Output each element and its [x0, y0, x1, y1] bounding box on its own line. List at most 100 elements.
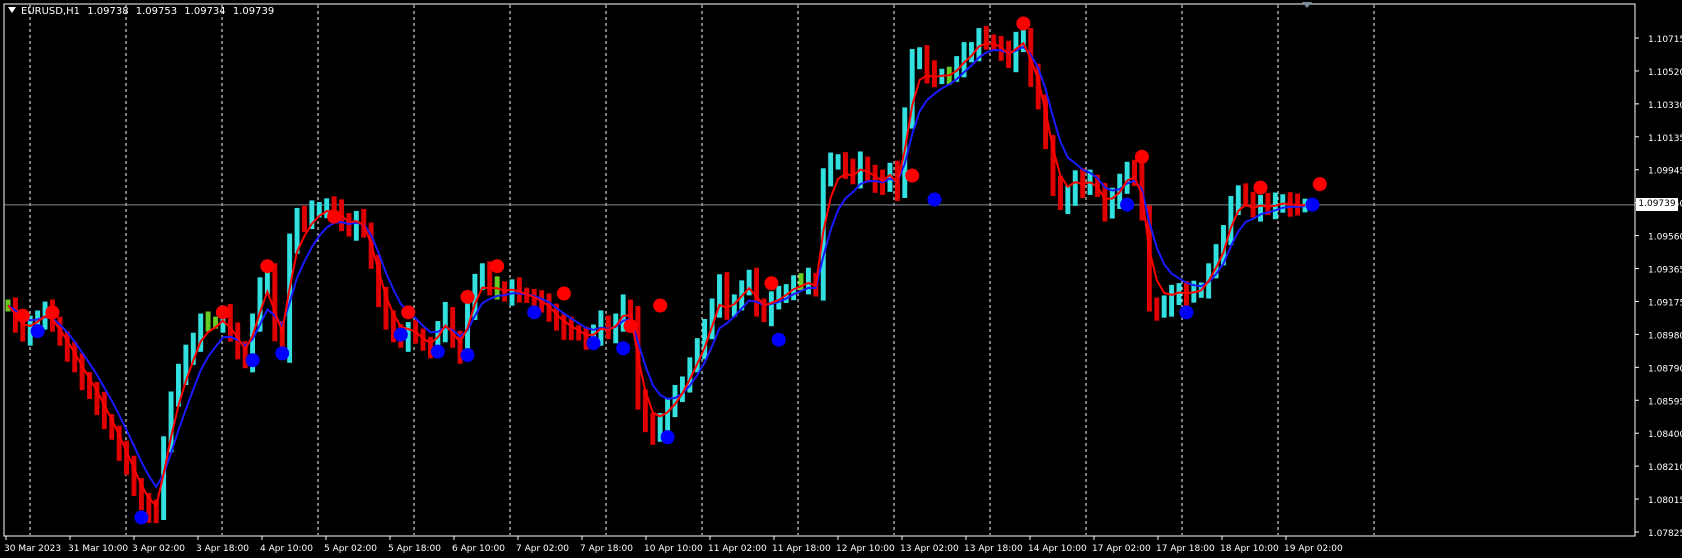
ohlc-bar — [479, 263, 485, 290]
buy-signal-dot — [771, 332, 786, 347]
ohlc-bar — [1228, 195, 1234, 246]
signal-dots — [15, 16, 1327, 525]
y-tick-label-9: 1.08980 — [1648, 331, 1682, 341]
fast-ma-line — [7, 41, 1306, 509]
y-tick-label-3: 1.10135 — [1648, 134, 1682, 144]
ohlc-bar — [724, 272, 730, 320]
ohlc-bar — [991, 34, 997, 50]
ohlc-bars — [5, 26, 1308, 524]
axes: 30 Mar 2023 31 Mar 10:00 3 Apr 02:00 3 Apr … — [3, 3, 1682, 554]
sell-signal-dot — [556, 286, 571, 301]
x-tick-label-6: 5 Apr 18:00 — [388, 544, 441, 554]
y-tick-label-15: 1.07825 — [1648, 529, 1682, 539]
y-tick-label-14: 1.08015 — [1648, 496, 1682, 506]
x-tick-label-8: 7 Apr 02:00 — [516, 544, 569, 554]
ohlc-bar — [805, 267, 811, 295]
y-tick-label-12: 1.08400 — [1648, 430, 1682, 440]
ohlc-bar — [64, 331, 70, 362]
sell-signal-dot — [15, 308, 30, 323]
ohlc-bar — [1057, 175, 1063, 210]
buy-signal-dot — [660, 430, 675, 445]
ohlc-bar — [1072, 170, 1078, 206]
ohlc-bar — [983, 26, 989, 50]
high-value: 1.09753 — [135, 6, 178, 17]
sell-signal-dot — [215, 305, 230, 320]
sell-signal-dot — [1134, 149, 1149, 164]
x-tick-label-1: 31 Mar 10:00 — [68, 544, 128, 554]
ohlc-bar — [917, 47, 923, 70]
sell-signal-dot — [45, 305, 60, 320]
ohlc-bar — [872, 164, 878, 193]
ohlc-bar — [1065, 185, 1071, 215]
y-tick-label-4: 1.09945 — [1648, 167, 1682, 177]
ohlc-bar — [1161, 295, 1167, 318]
ohlc-bar — [613, 313, 619, 344]
buy-signal-dot — [275, 346, 290, 361]
sell-signal-dot — [1016, 16, 1031, 31]
y-tick-label-10: 1.08790 — [1648, 364, 1682, 374]
ohlc-bar — [576, 325, 582, 341]
current-price-tag: 1.09739 — [1636, 197, 1678, 211]
sell-signal-dot — [490, 259, 505, 274]
sell-signal-dot — [1253, 180, 1268, 195]
ohlc-bar — [931, 60, 937, 88]
buy-signal-dot — [134, 510, 149, 525]
ohlc-bar — [302, 205, 307, 233]
x-tick-label-3: 3 Apr 18:00 — [196, 544, 249, 554]
x-tick-label-14: 13 Apr 02:00 — [900, 544, 959, 554]
moving-averages — [7, 41, 1306, 509]
chart-header: EURUSD,H1 1.09738 1.09753 1.09734 1.0973… — [8, 6, 278, 17]
buy-signal-dot — [527, 305, 542, 320]
x-tick-label-18: 17 Apr 18:00 — [1156, 544, 1215, 554]
y-tick-label-11: 1.08595 — [1648, 397, 1682, 407]
y-tick-label-1: 1.10520 — [1648, 68, 1682, 78]
sell-signal-dot — [401, 305, 416, 320]
x-tick-label-15: 13 Apr 18:00 — [964, 544, 1023, 554]
buy-signal-dot — [393, 327, 408, 342]
y-tick-label-2: 1.10330 — [1648, 101, 1682, 111]
x-tick-label-13: 12 Apr 10:00 — [836, 544, 895, 554]
x-tick-label-20: 19 Apr 02:00 — [1284, 544, 1343, 554]
x-tick-label-9: 7 Apr 18:00 — [580, 544, 633, 554]
ohlc-bar — [442, 301, 448, 343]
ohlc-bar — [828, 152, 834, 187]
low-value: 1.09734 — [184, 6, 226, 17]
x-tick-label-12: 11 Apr 18:00 — [772, 544, 831, 554]
ohlc-bar — [353, 210, 359, 241]
sell-signal-dot — [764, 276, 779, 291]
ohlc-bar — [650, 413, 656, 445]
buy-signal-dot — [1305, 197, 1320, 212]
ohlc-bar — [1124, 161, 1130, 194]
ohlc-bar — [272, 263, 278, 342]
sell-signal-dot — [327, 209, 342, 224]
ohlc-bar — [865, 156, 871, 182]
buy-signal-dot — [30, 324, 45, 339]
x-tick-label-7: 6 Apr 10:00 — [452, 544, 505, 554]
symbol-label: EURUSD,H1 — [21, 6, 81, 17]
x-tick-label-16: 14 Apr 10:00 — [1028, 544, 1087, 554]
x-tick-label-10: 10 Apr 10:00 — [644, 544, 703, 554]
buy-signal-dot — [616, 341, 631, 356]
x-tick-label-17: 17 Apr 02:00 — [1092, 544, 1151, 554]
ohlc-bar — [1109, 187, 1115, 219]
ohlc-bar — [754, 267, 760, 317]
buy-signal-dot — [245, 353, 260, 368]
x-tick-label-2: 3 Apr 02:00 — [132, 544, 185, 554]
ohlc-bar — [1169, 284, 1175, 317]
ohlc-bar — [850, 158, 856, 185]
x-tick-label-0: 30 Mar 2023 — [4, 544, 61, 554]
buy-signal-dot — [586, 336, 601, 351]
ohlc-bar — [516, 277, 522, 303]
sell-signal-dot — [260, 259, 275, 274]
ohlc-bar — [561, 313, 567, 340]
ohlc-bar — [79, 353, 85, 391]
chart-window[interactable]: 30 Mar 2023 31 Mar 10:00 3 Apr 02:00 3 Apr … — [0, 0, 1682, 558]
open-value: 1.09738 — [87, 6, 129, 17]
dropdown-triangle-icon[interactable] — [8, 7, 16, 13]
price-chart[interactable]: 30 Mar 2023 31 Mar 10:00 3 Apr 02:00 3 Apr … — [0, 0, 1682, 558]
sell-signal-dot — [905, 168, 920, 183]
ohlc-bar — [1258, 194, 1263, 222]
slow-ma-line — [7, 45, 1306, 489]
chart-shift-marker-icon[interactable] — [1302, 2, 1312, 8]
sell-signal-dot — [653, 298, 668, 313]
